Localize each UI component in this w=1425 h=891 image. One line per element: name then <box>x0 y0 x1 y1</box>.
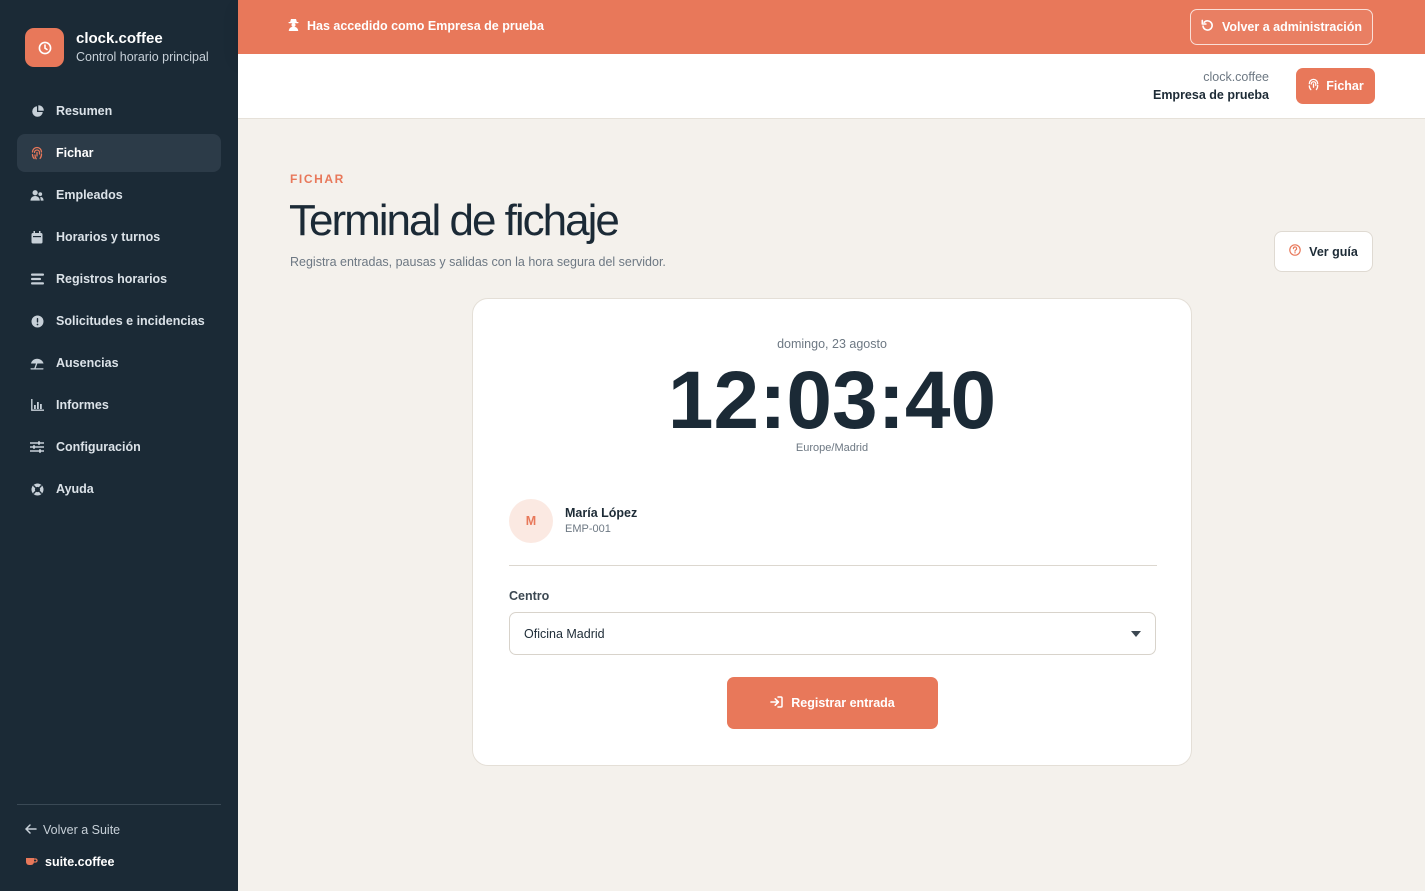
brand-subtitle: Control horario principal <box>76 49 209 64</box>
sidebar-item-ayuda[interactable]: Ayuda <box>17 470 221 508</box>
sidebar-item-informes[interactable]: Informes <box>17 386 221 424</box>
sidebar-item-label: Configuración <box>56 440 141 454</box>
center-label: Centro <box>509 589 550 603</box>
list-icon <box>30 272 44 286</box>
avatar: M <box>509 499 553 543</box>
company-info: clock.coffee Empresa de prueba <box>1153 69 1269 105</box>
bar-chart-icon <box>30 398 44 412</box>
sidebar-item-label: Empleados <box>56 188 123 202</box>
sidebar-item-solicitudes[interactable]: Solicitudes e incidencias <box>17 302 221 340</box>
card-divider <box>509 565 1157 566</box>
umbrella-beach-icon <box>30 356 44 370</box>
header-company-name: Empresa de prueba <box>1152 88 1269 102</box>
page-title: Terminal de fichaje <box>289 196 620 245</box>
clock-icon <box>25 28 64 67</box>
impersonation-banner: Has accedido como Empresa de prueba Volv… <box>238 0 1425 54</box>
calendar-icon <box>30 230 44 244</box>
employee-info: M María López EMP-001 <box>509 499 637 543</box>
page-subtitle: Registra entradas, pausas y salidas con … <box>290 255 666 269</box>
chevron-down-icon <box>1131 631 1141 637</box>
guide-button[interactable]: Ver guía <box>1274 231 1373 272</box>
sidebar-item-fichar[interactable]: Fichar <box>17 134 221 172</box>
user-secret-icon <box>288 18 299 34</box>
sidebar-item-ausencias[interactable]: Ausencias <box>17 344 221 382</box>
guide-button-label: Ver guía <box>1309 244 1358 259</box>
center-select[interactable]: Oficina Madrid <box>509 612 1156 655</box>
sidebar-item-configuracion[interactable]: Configuración <box>17 428 221 466</box>
brand-name: clock.coffee <box>76 29 163 47</box>
pie-chart-icon <box>30 104 44 118</box>
register-entry-button[interactable]: Registrar entrada <box>727 677 938 729</box>
sidebar-item-label: Solicitudes e incidencias <box>56 314 205 328</box>
sidebar-item-registros[interactable]: Registros horarios <box>17 260 221 298</box>
fingerprint-icon <box>1307 78 1320 94</box>
back-to-suite-link[interactable]: Volver a Suite <box>24 823 121 837</box>
fichar-button-label: Fichar <box>1326 79 1364 93</box>
sidebar-item-label: Ausencias <box>56 356 119 370</box>
return-to-admin-button[interactable]: Volver a administración <box>1190 9 1373 45</box>
employee-name: María López <box>565 506 638 520</box>
alert-circle-icon <box>30 314 44 328</box>
sidebar-item-label: Horarios y turnos <box>56 230 161 244</box>
sidebar-item-empleados[interactable]: Empleados <box>17 176 221 214</box>
back-to-suite-label: Volver a Suite <box>43 823 121 837</box>
coffee-cup-icon <box>25 855 38 869</box>
sidebar-item-horarios[interactable]: Horarios y turnos <box>17 218 221 256</box>
return-to-admin-label: Volver a administración <box>1221 20 1363 34</box>
current-date: domingo, 23 agosto <box>777 337 887 351</box>
fichar-button[interactable]: Fichar <box>1296 68 1375 104</box>
arrow-left-icon <box>24 823 37 837</box>
sign-in-icon <box>770 695 783 711</box>
page-eyebrow: FICHAR <box>290 172 345 186</box>
sidebar-item-label: Fichar <box>56 146 94 160</box>
brand[interactable]: clock.coffee Control horario principal <box>25 28 209 67</box>
sidebar-item-label: Informes <box>56 398 109 412</box>
fingerprint-icon <box>30 146 44 160</box>
banner-message: Has accedido como Empresa de prueba <box>307 19 544 33</box>
register-entry-label: Registrar entrada <box>791 696 895 710</box>
lifebuoy-icon <box>30 482 44 496</box>
sidebar-item-label: Resumen <box>56 104 113 118</box>
sidebar-item-label: Ayuda <box>56 482 94 496</box>
timezone-label: Europe/Madrid <box>795 442 869 454</box>
employee-code: EMP-001 <box>565 523 611 535</box>
sidebar-item-resumen[interactable]: Resumen <box>17 92 221 130</box>
top-header: clock.coffee Empresa de prueba Fichar <box>238 54 1425 119</box>
undo-icon <box>1201 19 1214 35</box>
suite-brand-label: suite.coffee <box>45 855 115 869</box>
sidebar-nav: Resumen Fichar Empleados Horarios y turn… <box>17 92 221 512</box>
suite-brand[interactable]: suite.coffee <box>25 855 114 869</box>
header-app-name: clock.coffee <box>1203 70 1269 84</box>
sidebar-divider <box>17 804 221 805</box>
server-clock: 12:03:40 <box>667 355 997 446</box>
sliders-icon <box>30 440 44 454</box>
center-select-value: Oficina Madrid <box>524 626 605 641</box>
sidebar-item-label: Registros horarios <box>56 272 168 286</box>
users-icon <box>30 188 44 202</box>
question-circle-icon <box>1289 244 1301 259</box>
clock-terminal-card: domingo, 23 agosto 12:03:40 Europe/Madri… <box>472 298 1192 766</box>
sidebar: clock.coffee Control horario principal R… <box>0 0 238 891</box>
